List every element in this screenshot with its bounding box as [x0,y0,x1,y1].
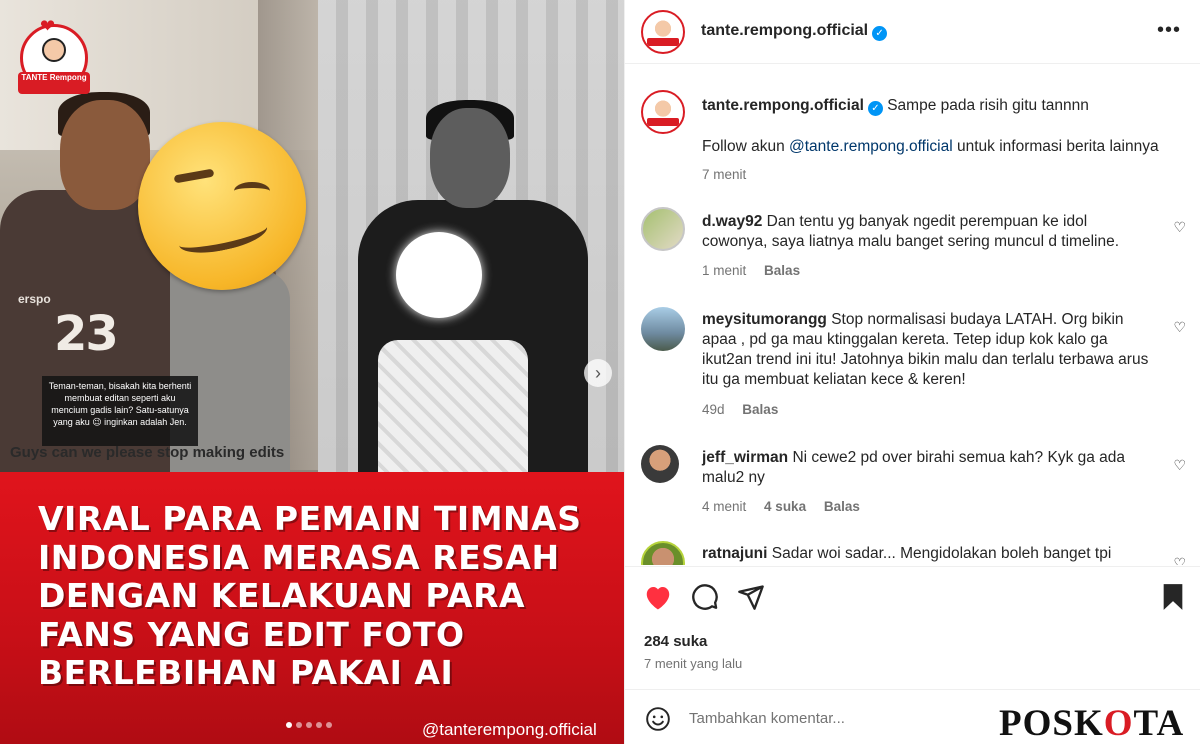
carousel-dot[interactable] [286,722,292,728]
comment-username[interactable]: meysitumorangg [702,311,827,328]
verified-badge-icon: ✓ [872,26,888,41]
caption-avatar[interactable] [641,90,685,134]
comment-text: Sadar woi sadar... Mengidolakan boleh ba… [771,545,1112,562]
commenter-avatar[interactable] [641,445,679,483]
headline-line: INDONESIA MERASA RESAH [38,537,560,577]
emoji-picker-icon[interactable] [645,706,671,732]
logo-text: TANTE Rempong [18,72,90,94]
post-time-ago: 7 menit yang lalu [644,656,743,671]
commenter-avatar[interactable] [641,207,685,251]
post-sidebar: tante.rempong.official ✓ ••• tante.rempon… [624,0,1200,744]
follow-suffix: untuk informasi berita lainnya [952,138,1159,155]
comment-username[interactable]: ratnajuni [702,545,767,562]
poskota-watermark-logo: POSKOTA [999,703,1185,744]
bow-icon: ❤ [40,16,56,36]
comment-text: Dan tentu yg banyak ngedit perempuan ke … [702,213,1120,250]
comment-input[interactable] [689,705,999,731]
bookmark-icon[interactable] [1161,583,1185,611]
woozy-face-emoji [138,122,306,290]
carousel-dots [286,722,332,728]
carousel-dot[interactable] [316,722,322,728]
headline-line: VIRAL PARA PEMAIN TIMNAS [38,499,582,538]
comment-username[interactable]: d.way92 [702,213,762,230]
commenter-avatar[interactable] [641,307,685,351]
comment-username[interactable]: jeff_wirman [702,449,788,466]
commenter-avatar[interactable] [641,541,685,565]
post-header: tante.rempong.official ✓ ••• [625,0,1200,64]
headline-line: DENGAN KELAKUAN PARA [38,576,526,615]
image-watermark-handle: @tanterempong.official [422,720,597,739]
author-username[interactable]: tante.rempong.official [701,22,868,39]
reply-button[interactable]: Balas [764,263,800,278]
comment-time: 1 menit [702,263,747,278]
tante-rempong-logo: ❤ TANTE Rempong [16,16,92,100]
headline-line: BERLEBIHAN PAKAI AI [38,653,454,692]
photo-caption-english: Guys can we please stop making edits [10,444,285,461]
like-comment-icon[interactable]: ♡ [1173,457,1186,474]
comment-time: 49d [702,402,725,417]
photo-caption-box: Teman-teman, bisakah kita berhenti membu… [42,376,198,446]
author-username-wrap: tante.rempong.official ✓ [701,22,888,41]
share-icon[interactable] [737,583,765,611]
like-comment-icon[interactable]: ♡ [1173,219,1186,236]
blurred-face [396,232,482,318]
comment-time: 4 menit [702,499,747,514]
more-options-icon[interactable]: ••• [1157,20,1181,40]
reply-button[interactable]: Balas [742,402,778,417]
mention-link[interactable]: @tante.rempong.official [789,138,953,155]
reply-button[interactable]: Balas [824,499,860,514]
caption-time: 7 menit [702,167,747,182]
like-count[interactable]: 284 suka [644,633,707,650]
headline-line: FANS YANG EDIT FOTO [38,614,465,654]
photo-right-panel [318,0,624,480]
headline: VIRAL PARA PEMAIN TIMNAS INDONESIA MERAS… [38,499,598,693]
like-comment-icon[interactable]: ♡ [1173,555,1186,565]
comment-likes[interactable]: 4 suka [764,499,806,514]
comment-icon[interactable] [691,583,719,611]
comments-list[interactable]: tante.rempong.official ✓ Sampe pada risih… [625,65,1200,565]
author-avatar[interactable] [641,10,685,54]
jersey-number: 23 [54,306,119,362]
follow-prefix: Follow akun [702,138,790,155]
jersey-brand: erspo [18,292,51,306]
verified-badge-icon: ✓ [867,101,883,116]
post-image[interactable]: erspo 23 Teman-teman, bisakah kita berhe… [0,0,624,744]
like-heart-icon[interactable] [643,583,673,611]
carousel-dot[interactable] [326,722,332,728]
caption-text: Sampe pada risih gitu tannnn [887,97,1089,114]
carousel-next-button[interactable]: › [584,359,612,387]
carousel-dot[interactable] [306,722,312,728]
carousel-dot[interactable] [296,722,302,728]
like-comment-icon[interactable]: ♡ [1173,319,1186,336]
caption-username[interactable]: tante.rempong.official [702,97,864,114]
